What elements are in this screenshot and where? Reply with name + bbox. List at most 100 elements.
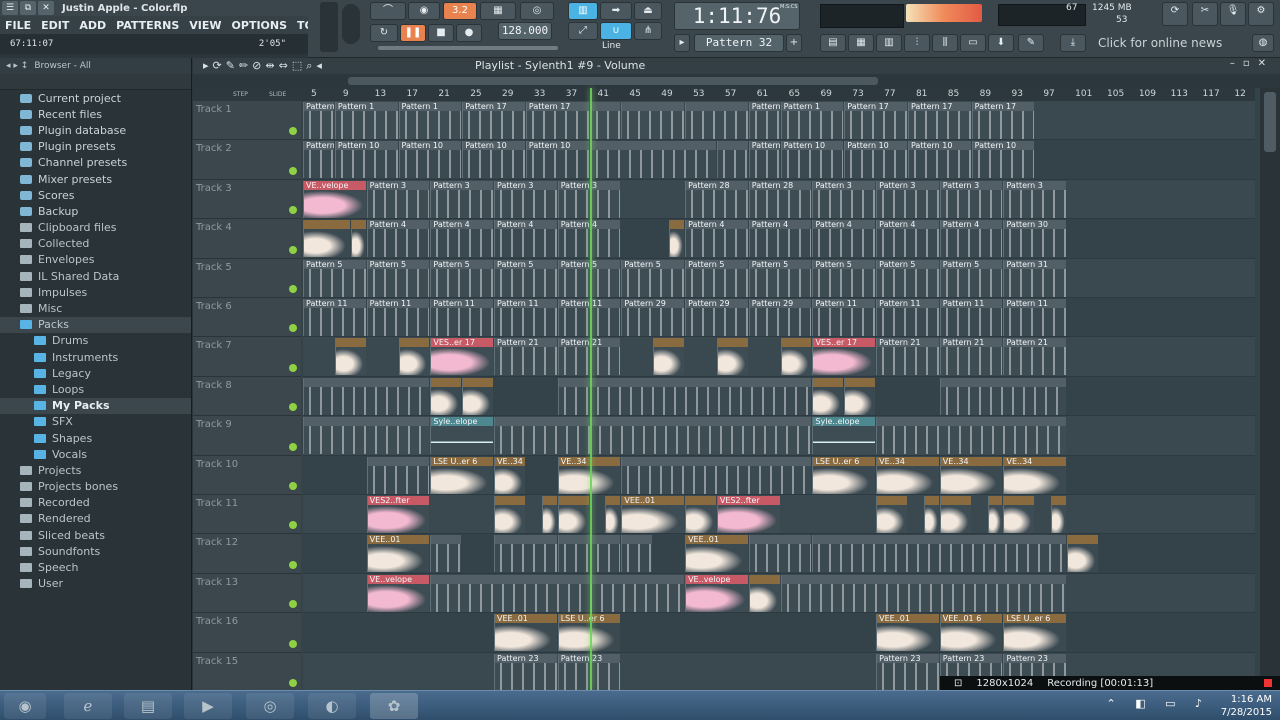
- track-enable-icon[interactable]: [289, 166, 297, 175]
- mixer-icon[interactable]: ⫶: [904, 34, 930, 52]
- metronome-icon[interactable]: 3.2: [443, 2, 477, 20]
- playlist-clip[interactable]: Pattern 1: [398, 102, 462, 139]
- playlist-clip[interactable]: [398, 338, 430, 376]
- playlist-clip[interactable]: Pattern 3: [494, 180, 557, 218]
- track-header[interactable]: Track 16: [193, 613, 301, 653]
- playlist-clip[interactable]: Pattern 11: [366, 299, 430, 336]
- browser-item-backup[interactable]: Backup: [0, 203, 191, 219]
- track-header[interactable]: Track 5: [193, 258, 301, 298]
- browser-item-rendered[interactable]: Rendered: [0, 511, 191, 527]
- playlist-clip[interactable]: Pattern 4: [430, 220, 494, 258]
- help-icon[interactable]: ✎: [1018, 34, 1044, 52]
- playlist-clip[interactable]: [876, 496, 907, 533]
- globe-icon[interactable]: ◍: [1252, 34, 1274, 52]
- pause-button[interactable]: ❚❚: [400, 24, 426, 42]
- playlist-clip[interactable]: [303, 220, 350, 258]
- browser-item-envelopes[interactable]: Envelopes: [0, 252, 191, 268]
- playlist-clip[interactable]: [557, 377, 812, 415]
- menu-patterns[interactable]: PATTERNS: [111, 19, 184, 32]
- settings-icon[interactable]: ⚙: [1248, 2, 1274, 26]
- playlist-icon[interactable]: ▤: [820, 34, 846, 52]
- playlist-clip[interactable]: [780, 574, 1067, 612]
- playlist-clip[interactable]: Pattern 3: [876, 180, 939, 218]
- playlist-clip[interactable]: [939, 496, 971, 533]
- playlist-clip[interactable]: Pattern 5: [494, 259, 557, 297]
- menu-add[interactable]: ADD: [74, 19, 111, 32]
- playlist-clip[interactable]: Syle..elope: [430, 417, 494, 455]
- playlist-clip[interactable]: Pattern 5: [685, 259, 748, 297]
- playlist-clip[interactable]: Pattern 11: [876, 299, 939, 336]
- playlist-clip[interactable]: [812, 377, 844, 415]
- track-lane[interactable]: Pattern 4 Pattern 4 Pattern 4 Pattern 4 Patt…: [303, 219, 1255, 259]
- browser-item-instruments[interactable]: Instruments: [0, 349, 191, 365]
- playlist-clip[interactable]: Pattern 5: [812, 259, 876, 297]
- playlist-clip[interactable]: Pattern 5: [748, 259, 812, 297]
- playlist-clip[interactable]: Pattern 25: [748, 102, 780, 139]
- playlist-clip[interactable]: Pattern 11: [303, 299, 366, 336]
- firefox-icon[interactable]: ◐: [308, 693, 356, 719]
- playlist-clip[interactable]: Pattern 11: [494, 299, 557, 336]
- playlist-clip[interactable]: [621, 456, 812, 494]
- track-header[interactable]: Track 3: [193, 179, 301, 220]
- download-icon[interactable]: ⤓: [1060, 34, 1086, 52]
- browser-item-recorded[interactable]: Recorded: [0, 495, 191, 511]
- browser-item-collected[interactable]: Collected: [0, 236, 191, 252]
- playlist-clip[interactable]: Pattern 10: [398, 141, 462, 179]
- playlist-clip[interactable]: Pattern 10: [334, 141, 398, 179]
- playlist-clip[interactable]: Pattern 17: [971, 102, 1035, 139]
- playlist-clip[interactable]: [939, 377, 1067, 415]
- browser-item-plugin-database[interactable]: Plugin database: [0, 122, 191, 138]
- playlist-clip[interactable]: [430, 535, 462, 573]
- playlist-clip[interactable]: [812, 535, 1067, 573]
- playlist-clip[interactable]: Pattern 1: [334, 102, 398, 139]
- piano-roll-icon[interactable]: ▥: [876, 34, 902, 52]
- playlist-clip[interactable]: Pattern 5: [621, 259, 685, 297]
- track-enable-icon[interactable]: [289, 284, 297, 293]
- step-label[interactable]: STEP: [233, 91, 248, 98]
- add-pattern-icon[interactable]: +: [786, 34, 802, 52]
- track-lane[interactable]: VES2..fter VEE..01 VES2..fter: [303, 495, 1255, 535]
- track-enable-icon[interactable]: [289, 639, 297, 648]
- browser-item-current-project[interactable]: Current project: [0, 90, 191, 106]
- playlist-clip[interactable]: Pattern 3: [1003, 180, 1067, 218]
- menu-options[interactable]: OPTIONS: [227, 19, 293, 32]
- playlist-clip[interactable]: [557, 496, 589, 533]
- playlist-clip[interactable]: Pattern 1: [303, 102, 334, 139]
- track-header[interactable]: Track 6: [193, 298, 301, 338]
- playlist-clip[interactable]: VEE..01: [494, 614, 557, 652]
- playlist-clip[interactable]: Pattern 10: [525, 141, 589, 179]
- system-tray[interactable]: ⌃ ◧ ▭ ♪: [1106, 697, 1210, 710]
- playlist-clip[interactable]: Pattern 21: [494, 338, 557, 376]
- browser-item-legacy[interactable]: Legacy: [0, 365, 191, 381]
- track-header[interactable]: Track 11: [193, 495, 301, 535]
- playlist-clip[interactable]: VEE..01: [876, 614, 939, 652]
- playlist-clip[interactable]: [685, 102, 748, 139]
- recording-mode-icon[interactable]: ◉: [408, 2, 440, 20]
- track-header[interactable]: Track 15: [193, 652, 301, 690]
- playlist-clip[interactable]: VE..velope: [366, 574, 430, 612]
- project-info-icon[interactable]: ⬇: [988, 34, 1014, 52]
- track-lane[interactable]: Pattern 5 Pattern 5 Pattern 5 Pattern 5 Patt…: [303, 258, 1255, 298]
- track-lane[interactable]: VE..velope VE..velope: [303, 573, 1255, 614]
- playlist-clip[interactable]: Pattern 4: [748, 220, 812, 258]
- next-arrow-icon[interactable]: ➡: [600, 2, 632, 20]
- playlist-clip[interactable]: VE..velope: [303, 180, 366, 218]
- taskbar-clock[interactable]: 1:16 AM 7/28/2015: [1221, 693, 1272, 719]
- playlist-tools-icon[interactable]: ▸⟳✎✏⊘⇹⇔⬚⌕◂: [203, 59, 326, 73]
- browser-item-scores[interactable]: Scores: [0, 187, 191, 203]
- playlist-clip[interactable]: [589, 102, 621, 139]
- media-player-icon[interactable]: ▶: [184, 693, 232, 719]
- browser-arrows-icon[interactable]: ◂ ▸ ↕: [6, 61, 28, 71]
- browser-item-user[interactable]: User: [0, 576, 191, 592]
- playlist-clip[interactable]: Pattern 21: [876, 338, 939, 376]
- playlist-clip[interactable]: [669, 220, 685, 258]
- chrome-icon[interactable]: ◎: [246, 693, 294, 719]
- playlist-clip[interactable]: Pattern 29: [685, 299, 748, 336]
- playlist-clip[interactable]: Pattern 5: [430, 259, 494, 297]
- online-news[interactable]: Click for online news: [1098, 36, 1222, 50]
- playlist-clip[interactable]: VES2..fter: [366, 496, 430, 533]
- track-lane[interactable]: Pattern 11 Pattern 11 Pattern 11 Pattern 11…: [303, 298, 1255, 338]
- playlist-clip[interactable]: VE..34: [1003, 456, 1067, 494]
- track-lane[interactable]: LSE U..er 6 VE..34 VE..34 LSE U..er 6 VE..34…: [303, 455, 1255, 495]
- playlist-clip[interactable]: Pattern 10: [780, 141, 844, 179]
